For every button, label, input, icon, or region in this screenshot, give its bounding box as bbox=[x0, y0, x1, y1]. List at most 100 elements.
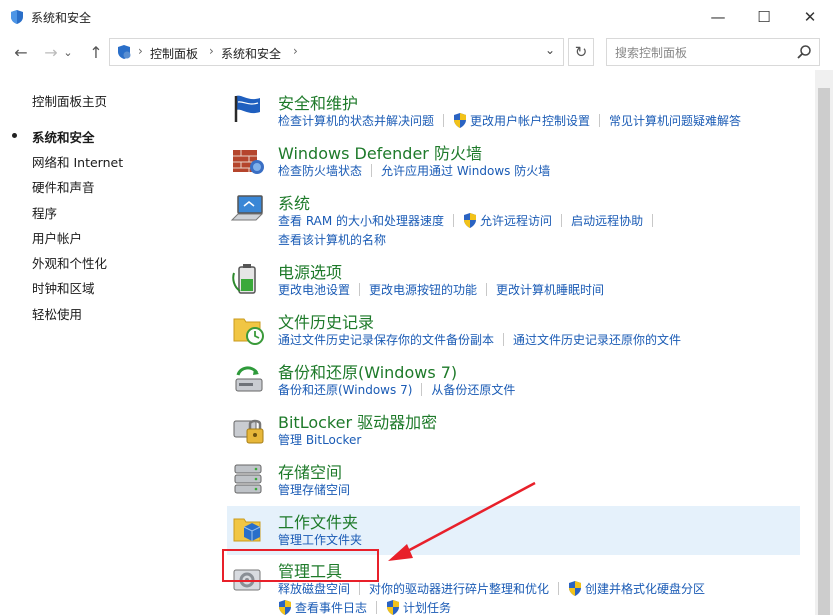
link-battery-settings[interactable]: 更改电池设置 bbox=[278, 283, 350, 297]
storage-icon bbox=[234, 464, 262, 494]
minimize-button[interactable]: — bbox=[695, 0, 741, 34]
sidebar-item-clock-region[interactable]: 时钟和区域 bbox=[32, 278, 95, 297]
breadcrumb-separator[interactable]: › bbox=[293, 44, 298, 58]
category-title[interactable]: 备份和还原(Windows 7) bbox=[278, 359, 457, 383]
sidebar-item-appearance[interactable]: 外观和个性化 bbox=[32, 253, 107, 272]
link-divider bbox=[453, 214, 455, 227]
uac-shield-icon bbox=[569, 581, 582, 596]
category-links: 更改电池设置 更改电源按钮的功能 更改计算机睡眠时间 bbox=[278, 281, 604, 298]
work-folders-icon bbox=[233, 518, 261, 542]
link-allow-app[interactable]: 允许应用通过 Windows 防火墙 bbox=[381, 164, 550, 178]
search-icon[interactable] bbox=[796, 44, 812, 60]
breadcrumb-separator: › bbox=[209, 44, 214, 58]
recent-locations-button[interactable]: ⌄ bbox=[62, 41, 74, 63]
link-troubleshoot[interactable]: 常见计算机问题疑难解答 bbox=[609, 114, 741, 128]
up-button[interactable]: ↑ bbox=[85, 41, 107, 63]
breadcrumb-control-panel[interactable]: 控制面板 bbox=[150, 45, 198, 62]
link-divider bbox=[359, 283, 361, 296]
category-title[interactable]: 工作文件夹 bbox=[278, 509, 358, 533]
bitlocker-icon bbox=[233, 419, 264, 444]
sidebar-item-network[interactable]: 网络和 Internet bbox=[32, 152, 123, 171]
category-title[interactable]: Windows Defender 防火墙 bbox=[278, 140, 482, 164]
link-remote-access[interactable]: 允许远程访问 bbox=[480, 214, 552, 228]
link-divider bbox=[599, 114, 601, 127]
sidebar-item-ease-of-access[interactable]: 轻松使用 bbox=[32, 304, 82, 323]
search-input[interactable] bbox=[613, 42, 797, 64]
category-links: 通过文件历史记录保存你的文件备份副本 通过文件历史记录还原你的文件 bbox=[278, 331, 681, 348]
refresh-button[interactable]: ↻ bbox=[568, 38, 594, 66]
link-check-status[interactable]: 检查计算机的状态并解决问题 bbox=[278, 114, 434, 128]
link-divider bbox=[561, 214, 563, 227]
link-restore-files[interactable]: 通过文件历史记录还原你的文件 bbox=[513, 333, 681, 347]
category-title[interactable]: 存储空间 bbox=[278, 459, 342, 483]
link-ram-speed[interactable]: 查看 RAM 的大小和处理器速度 bbox=[278, 214, 444, 228]
link-sleep-time[interactable]: 更改计算机睡眠时间 bbox=[496, 283, 604, 297]
sidebar-item-hardware[interactable]: 硬件和声音 bbox=[32, 177, 95, 196]
category-links: 释放磁盘空间 对你的驱动器进行碎片整理和优化 创建并格式化硬盘分区 bbox=[278, 580, 705, 597]
address-dropdown-icon[interactable]: ⌄ bbox=[545, 43, 555, 57]
link-divider bbox=[486, 283, 488, 296]
address-bar[interactable]: › 控制面板 › 系统和安全 › ⌄ bbox=[109, 38, 564, 66]
link-restore-from-backup[interactable]: 从备份还原文件 bbox=[431, 383, 515, 397]
link-divider bbox=[421, 383, 423, 396]
link-uac-settings[interactable]: 更改用户帐户控制设置 bbox=[470, 114, 590, 128]
sidebar-item-user-accounts[interactable]: 用户帐户 bbox=[32, 228, 82, 247]
category-title[interactable]: 电源选项 bbox=[278, 259, 342, 283]
computer-icon bbox=[230, 195, 264, 221]
category-links: 检查计算机的状态并解决问题 更改用户帐户控制设置 常见计算机问题疑难解答 bbox=[278, 112, 741, 129]
link-firewall-status[interactable]: 检查防火墙状态 bbox=[278, 164, 362, 178]
breadcrumb-system-security[interactable]: 系统和安全 bbox=[221, 45, 281, 62]
link-computer-name[interactable]: 查看该计算机的名称 bbox=[278, 233, 386, 247]
annotation-highlight-box bbox=[222, 549, 379, 582]
power-icon bbox=[232, 264, 256, 294]
category-title[interactable]: 系统 bbox=[278, 190, 310, 214]
category-title[interactable]: 文件历史记录 bbox=[278, 309, 374, 333]
firewall-icon bbox=[233, 150, 264, 174]
control-panel-icon bbox=[118, 45, 131, 59]
link-remote-assistance[interactable]: 启动远程协助 bbox=[571, 214, 643, 228]
link-divider bbox=[558, 582, 560, 595]
link-backup-copy[interactable]: 通过文件历史记录保存你的文件备份副本 bbox=[278, 333, 494, 347]
uac-shield-icon bbox=[387, 600, 400, 615]
uac-shield-icon bbox=[454, 113, 467, 128]
scrollbar-thumb[interactable] bbox=[818, 88, 830, 615]
back-button[interactable]: ← bbox=[10, 41, 32, 63]
link-create-partitions[interactable]: 创建并格式化硬盘分区 bbox=[585, 582, 705, 596]
flag-icon bbox=[234, 95, 260, 122]
link-schedule-tasks[interactable]: 计划任务 bbox=[403, 601, 451, 615]
link-divider bbox=[652, 214, 654, 227]
active-bullet-icon bbox=[12, 133, 17, 138]
sidebar-item-home[interactable]: 控制面板主页 bbox=[32, 91, 107, 110]
link-manage-work-folders[interactable]: 管理工作文件夹 bbox=[278, 533, 362, 547]
category-links: 管理存储空间 bbox=[278, 481, 350, 498]
breadcrumb-separator: › bbox=[138, 44, 143, 58]
category-links: 查看 RAM 的大小和处理器速度 允许远程访问 启动远程协助 bbox=[278, 212, 662, 229]
close-button[interactable]: ✕ bbox=[787, 0, 833, 34]
uac-shield-icon bbox=[279, 600, 291, 615]
link-divider bbox=[376, 601, 378, 614]
link-divider bbox=[503, 333, 505, 346]
annotation-arrow-icon bbox=[388, 481, 536, 561]
forward-button[interactable]: → bbox=[40, 41, 62, 63]
maximize-button[interactable]: ☐ bbox=[741, 0, 787, 34]
file-history-icon bbox=[233, 318, 264, 345]
link-event-log[interactable]: 查看事件日志 bbox=[295, 601, 367, 615]
link-defragment[interactable]: 对你的驱动器进行碎片整理和优化 bbox=[369, 582, 549, 596]
backup-icon bbox=[235, 366, 263, 392]
uac-shield-icon bbox=[464, 213, 477, 228]
link-manage-bitlocker[interactable]: 管理 BitLocker bbox=[278, 433, 361, 447]
link-free-disk-space[interactable]: 释放磁盘空间 bbox=[278, 582, 350, 596]
link-divider bbox=[359, 582, 361, 595]
category-title[interactable]: BitLocker 驱动器加密 bbox=[278, 409, 437, 433]
link-power-button[interactable]: 更改电源按钮的功能 bbox=[369, 283, 477, 297]
category-links-row2: 查看该计算机的名称 bbox=[278, 231, 386, 248]
link-divider bbox=[443, 114, 445, 127]
link-manage-storage[interactable]: 管理存储空间 bbox=[278, 483, 350, 497]
sidebar-item-programs[interactable]: 程序 bbox=[32, 203, 57, 222]
category-links: 备份和还原(Windows 7) 从备份还原文件 bbox=[278, 381, 515, 398]
link-backup-restore-win7[interactable]: 备份和还原(Windows 7) bbox=[278, 383, 412, 397]
title-bar: 系统和安全 — ☐ ✕ bbox=[0, 0, 833, 34]
sidebar-item-system-security[interactable]: 系统和安全 bbox=[32, 127, 95, 146]
category-title[interactable]: 安全和维护 bbox=[278, 90, 358, 114]
search-box[interactable] bbox=[606, 38, 820, 66]
